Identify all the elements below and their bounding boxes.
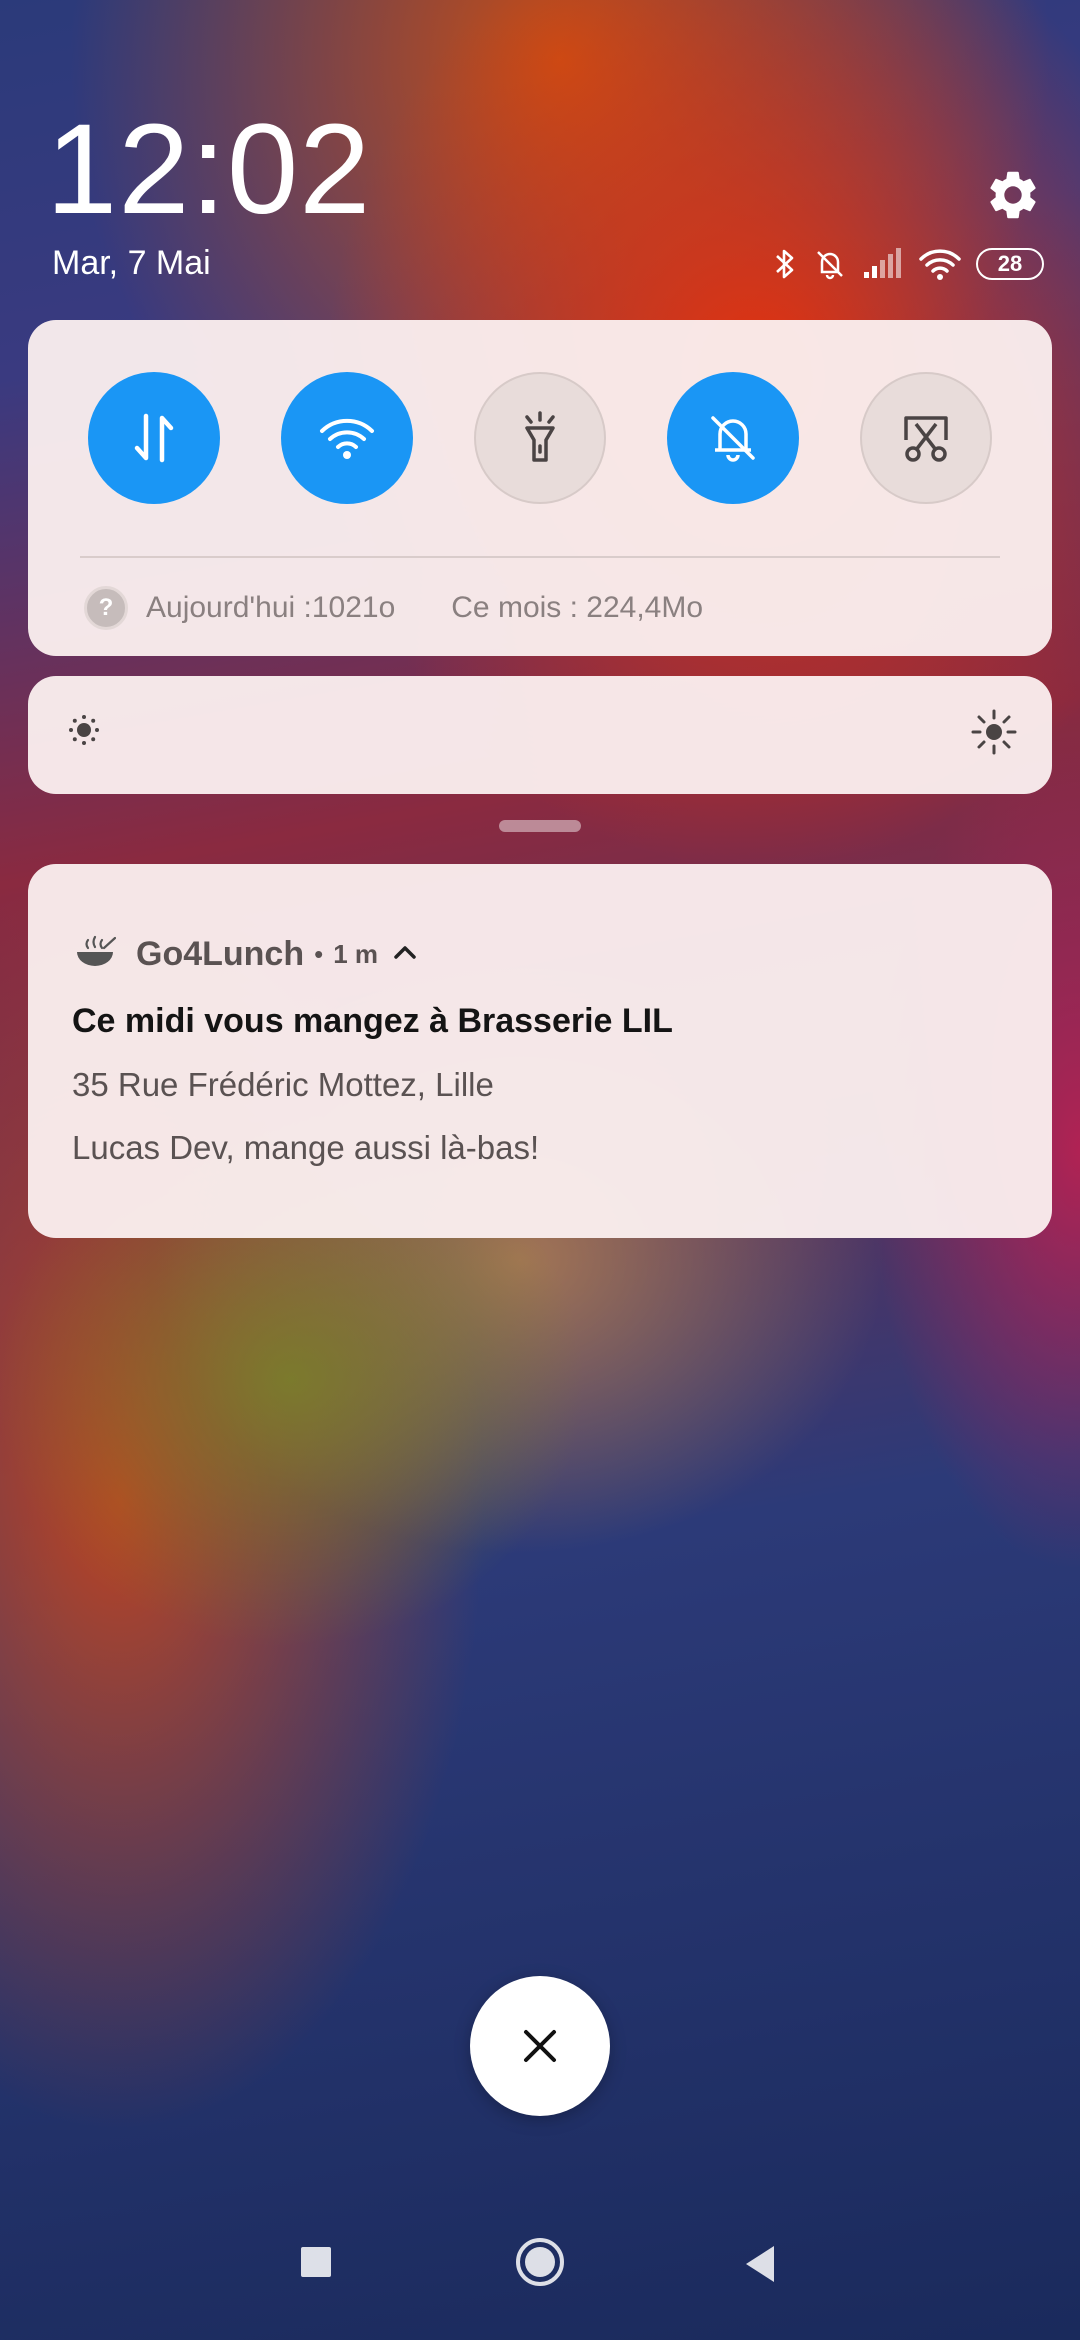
clock: 12:02: [46, 98, 372, 241]
battery-icon: 28: [976, 248, 1044, 280]
mobile-data-toggle[interactable]: [88, 372, 221, 504]
help-icon: ?: [84, 586, 128, 630]
wifi-icon: [320, 418, 375, 459]
wifi-icon: [918, 247, 962, 281]
chevron-up-icon[interactable]: [392, 942, 418, 967]
brightness-low-icon: [66, 712, 102, 753]
bell-muted-icon: [812, 246, 848, 282]
silent-toggle[interactable]: [666, 372, 799, 504]
signal-icon: [862, 248, 904, 280]
close-icon: [524, 2030, 556, 2062]
triangle-back-icon: [746, 2246, 774, 2282]
flashlight-icon: [525, 411, 555, 462]
bell-muted-icon: [711, 416, 755, 462]
navigation-bar: [0, 2230, 1080, 2320]
wifi-toggle[interactable]: [281, 372, 414, 504]
screenshot-toggle[interactable]: [859, 372, 992, 504]
clear-notifications-button[interactable]: [470, 1976, 610, 2116]
divider: [80, 556, 1000, 558]
scissors-icon: [903, 416, 948, 462]
recent-apps-button[interactable]: [296, 2242, 336, 2287]
data-usage[interactable]: ? Aujourd'hui :1021o Ce mois : 224,4Mo: [84, 586, 703, 630]
usage-month: Ce mois : 224,4Mo: [451, 591, 704, 624]
food-bowl-icon: [74, 934, 117, 975]
back-button[interactable]: [740, 2242, 780, 2291]
circle-icon: [516, 2238, 564, 2286]
data-arrows-icon: [135, 413, 174, 463]
quick-settings-panel: ? Aujourd'hui :1021o Ce mois : 224,4Mo: [28, 320, 1052, 656]
notification-time: 1 m: [333, 939, 379, 969]
bluetooth-icon: [772, 246, 798, 282]
date: Mar, 7 Mai: [52, 244, 211, 282]
square-icon: [301, 2247, 331, 2277]
notification-header: Go4Lunch • 1 m: [74, 934, 418, 975]
usage-today: Aujourd'hui :1021o: [146, 591, 396, 624]
drag-handle[interactable]: [499, 820, 581, 832]
notification-message: Lucas Dev, mange aussi là-bas!: [72, 1129, 540, 1166]
notification-title: Ce midi vous mangez à Brasserie LIL: [72, 1002, 673, 1040]
home-button[interactable]: [512, 2238, 568, 2295]
gear-icon[interactable]: [984, 166, 1042, 224]
notification-card[interactable]: Go4Lunch • 1 m Ce midi vous mangez à Bra…: [28, 864, 1052, 1238]
status-bar: 28: [772, 244, 1044, 284]
brightness-high-icon: [970, 708, 1018, 761]
brightness-slider[interactable]: [28, 676, 1052, 794]
flashlight-toggle[interactable]: [473, 372, 606, 504]
app-name: Go4Lunch: [136, 935, 305, 973]
separator: •: [314, 939, 324, 969]
notification-address: 35 Rue Frédéric Mottez, Lille: [72, 1066, 494, 1103]
